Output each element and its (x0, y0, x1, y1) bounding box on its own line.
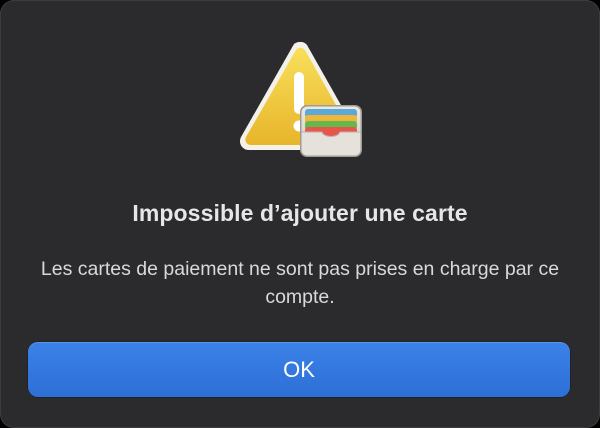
ok-button-label: OK (283, 356, 315, 382)
alert-dialog: Impossible d’ajouter une carte Les carte… (0, 0, 600, 428)
ok-button[interactable]: OK (28, 342, 570, 397)
dialog-message: Les cartes de paiement ne sont pas prise… (40, 258, 560, 308)
warning-icon (238, 42, 368, 160)
dialog-title: Impossible d’ajouter une carte (132, 200, 468, 226)
